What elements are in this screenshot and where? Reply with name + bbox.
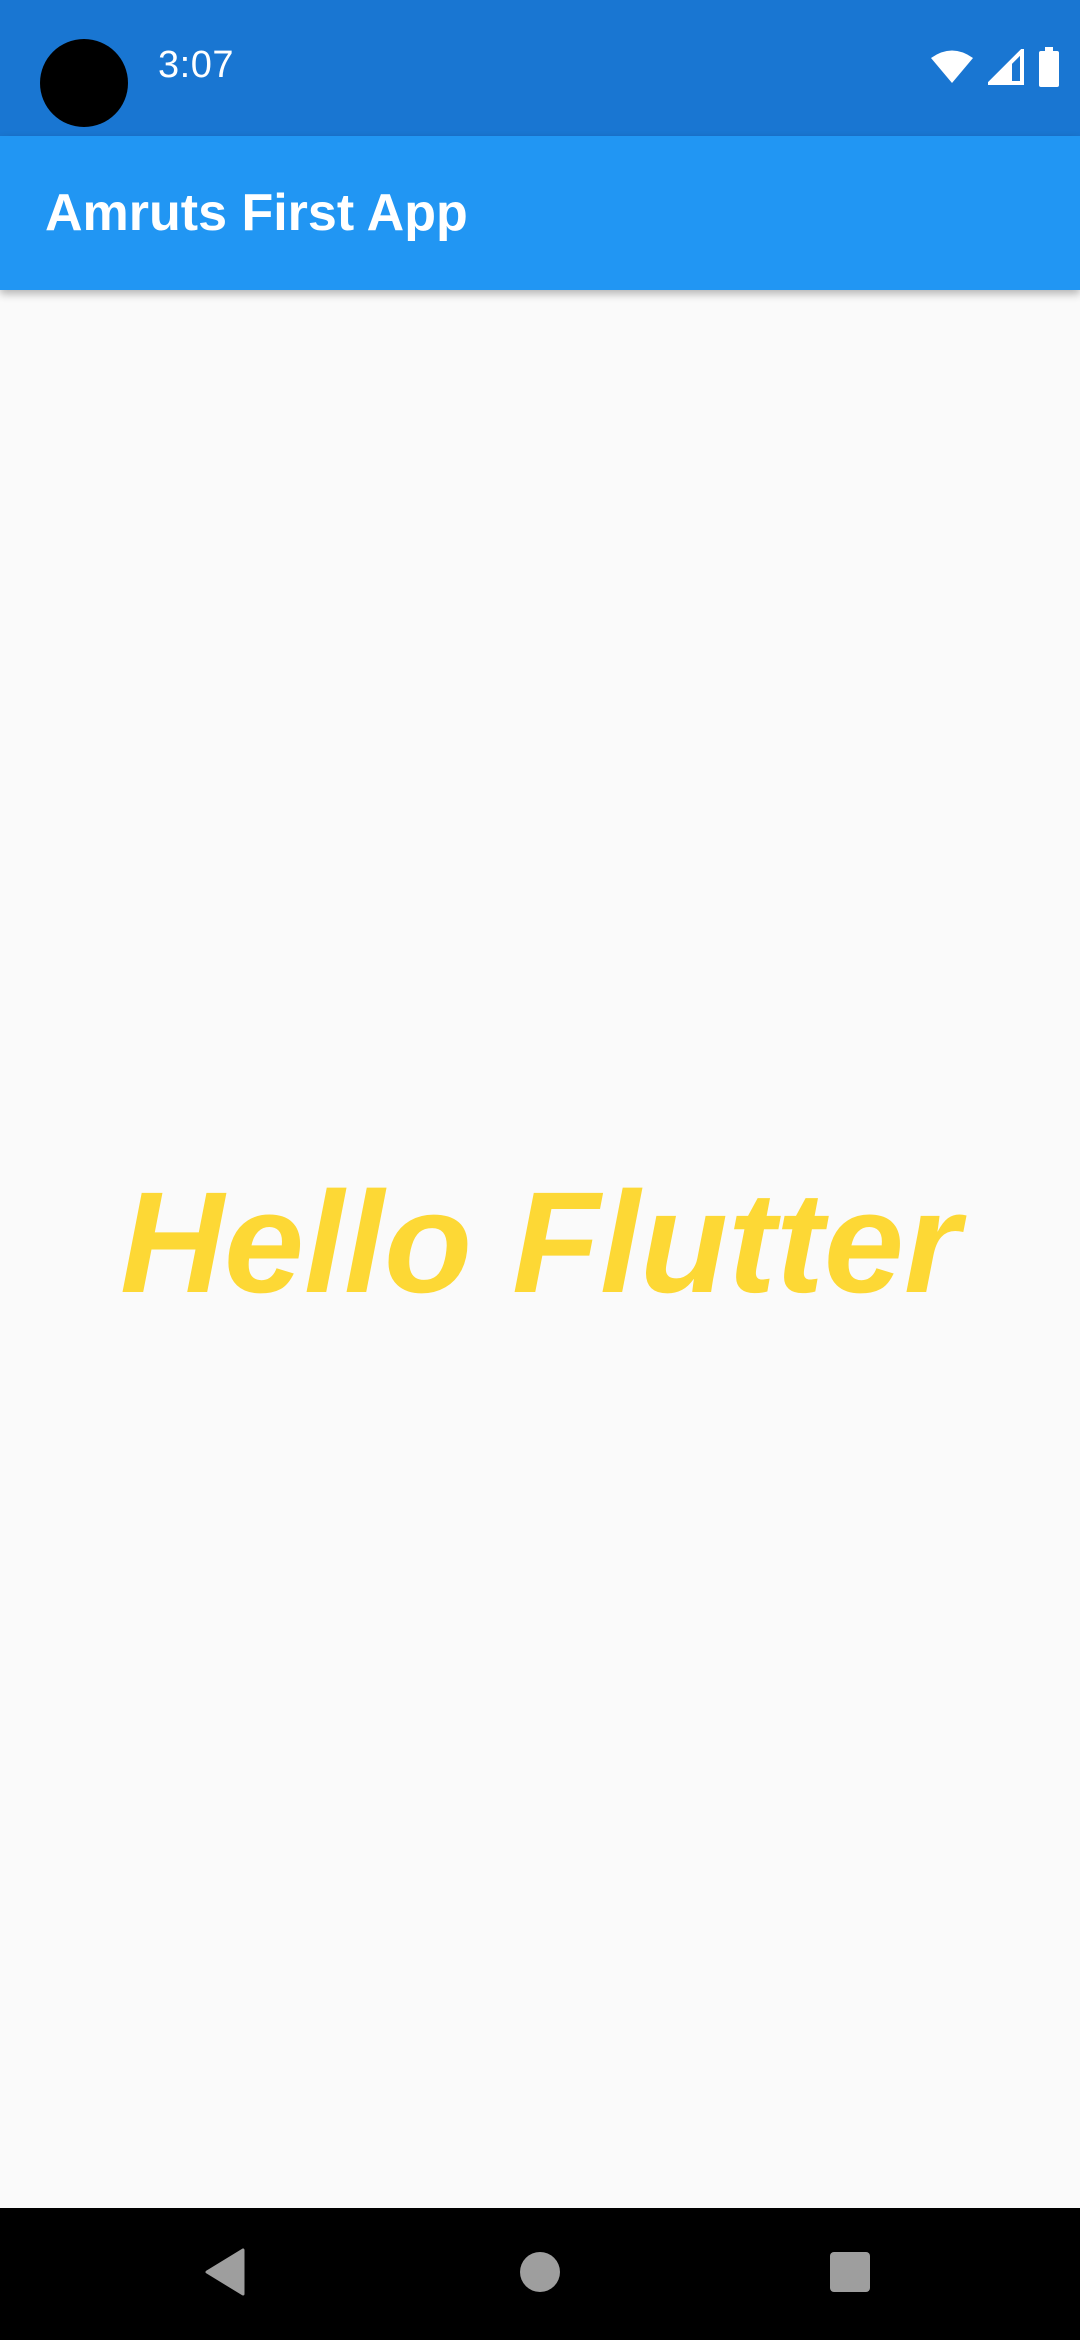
battery-icon bbox=[1038, 47, 1060, 87]
status-icons bbox=[930, 46, 1060, 88]
recents-icon bbox=[829, 2251, 871, 2298]
wifi-icon bbox=[930, 49, 974, 85]
cell-signal-icon bbox=[988, 49, 1024, 85]
back-button[interactable] bbox=[175, 2224, 275, 2324]
app-bar: Amruts First App bbox=[0, 136, 1080, 290]
camera-cutout bbox=[40, 39, 128, 127]
home-button[interactable] bbox=[490, 2224, 590, 2324]
app-screen: 3:07 Amruts First App Hello Flutter bbox=[0, 0, 1080, 2340]
navigation-bar bbox=[0, 2208, 1080, 2340]
app-title: Amruts First App bbox=[45, 184, 468, 242]
recents-button[interactable] bbox=[800, 2224, 900, 2324]
status-bar: 3:07 bbox=[0, 0, 1080, 136]
hello-text: Hello Flutter bbox=[119, 1162, 961, 1323]
body-content: Hello Flutter bbox=[0, 290, 1080, 2208]
status-time: 3:07 bbox=[158, 44, 234, 86]
home-icon bbox=[519, 2251, 561, 2298]
back-icon bbox=[203, 2248, 247, 2301]
